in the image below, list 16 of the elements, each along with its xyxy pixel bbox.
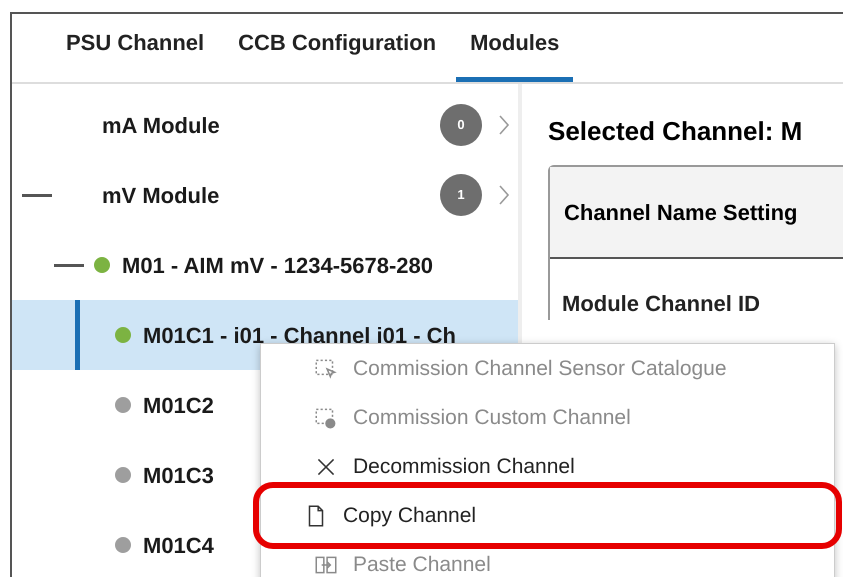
tree-item-label: mA Module xyxy=(102,112,220,140)
tree-item-label: M01C1 - i01 - Channel i01 - Ch xyxy=(143,322,456,350)
field-label: Module Channel ID xyxy=(561,290,761,318)
tree-item-label: M01 - AIM mV - 1234-5678-280 xyxy=(122,252,433,280)
panel-title: Selected Channel: M xyxy=(548,115,804,148)
count-badge: 0 xyxy=(440,104,482,146)
count-badge: 1 xyxy=(440,174,482,216)
tree-item-label: mV Module xyxy=(102,182,220,210)
tree-item-label: M01C2 xyxy=(143,392,214,420)
menu-item-label: Decommission Channel xyxy=(353,454,575,480)
tree-item-label: M01C3 xyxy=(143,462,214,490)
menu-item-label: Commission Custom Channel xyxy=(353,404,631,431)
menu-item-label: Paste Channel xyxy=(353,552,491,577)
menu-item-label: Copy Channel xyxy=(343,502,476,529)
tree-item-label: M01C4 xyxy=(143,532,214,560)
section-title: Channel Name Setting xyxy=(564,198,798,227)
